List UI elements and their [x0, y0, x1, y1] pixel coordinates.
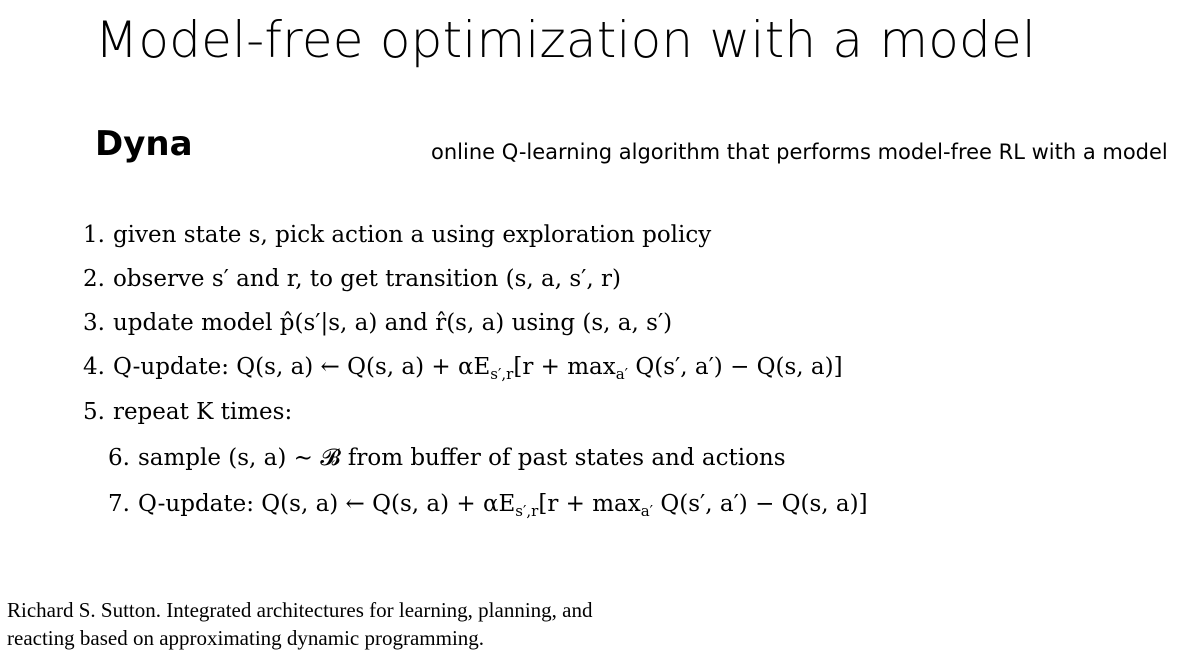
step-text: repeat K times: [112, 399, 293, 425]
step-number: 2. [83, 266, 105, 292]
step-7: 7. Q-update: Q(s, a) ← Q(s, a) + αEs′,r[r… [108, 491, 868, 520]
max-subscript: a′ [640, 502, 654, 520]
step-4: 4. Q-update: Q(s, a) ← Q(s, a) + αEs′,r[r… [83, 354, 843, 383]
step-1: 1. given state s, pick action a using exp… [83, 222, 711, 250]
step-text: given state s, pick action a using explo… [112, 222, 712, 248]
max-subscript: a′ [615, 365, 629, 383]
algorithm-description: online Q-learning algorithm that perform… [431, 140, 1168, 164]
step-2: 2. observe s′ and r, to get transition (s… [83, 266, 621, 294]
step-number: 1. [83, 222, 105, 248]
step-5: 5. repeat K times: [83, 399, 292, 427]
expectation-subscript: s′,r [515, 502, 539, 520]
step-6: 6. sample (s, a) ∼ 𝓑 from buffer of past … [108, 445, 786, 473]
step-number: 4. [83, 354, 105, 380]
q-update-end: Q(s′, a′) − Q(s, a)] [628, 354, 843, 380]
slide-subtitle: Dyna [95, 124, 193, 164]
expectation-subscript: s′,r [490, 365, 514, 383]
step-text: update model p̂(s′|s, a) and r̂(s, a) us… [112, 310, 673, 336]
q-update-tail: [r + max [538, 491, 641, 517]
reference-line-2: reacting based on approximating dynamic … [7, 626, 485, 650]
step-number: 5. [83, 399, 105, 425]
step-number: 6. [108, 445, 130, 471]
reference-citation: Richard S. Sutton. Integrated architectu… [7, 596, 727, 652]
step-number: 3. [83, 310, 105, 336]
step-text: sample (s, a) ∼ 𝓑 from buffer of past st… [137, 445, 786, 471]
step-text: Q-update: Q(s, a) ← Q(s, a) + αE [112, 354, 491, 380]
q-update-end: Q(s′, a′) − Q(s, a)] [653, 491, 868, 517]
step-text: Q-update: Q(s, a) ← Q(s, a) + αE [137, 491, 516, 517]
step-number: 7. [108, 491, 130, 517]
slide-title: Model-free optimization with a model [95, 11, 1037, 69]
step-3: 3. update model p̂(s′|s, a) and r̂(s, a) … [83, 310, 672, 338]
q-update-tail: [r + max [513, 354, 616, 380]
step-text: observe s′ and r, to get transition (s, … [112, 266, 621, 292]
reference-line-1: Richard S. Sutton. Integrated architectu… [7, 598, 593, 622]
